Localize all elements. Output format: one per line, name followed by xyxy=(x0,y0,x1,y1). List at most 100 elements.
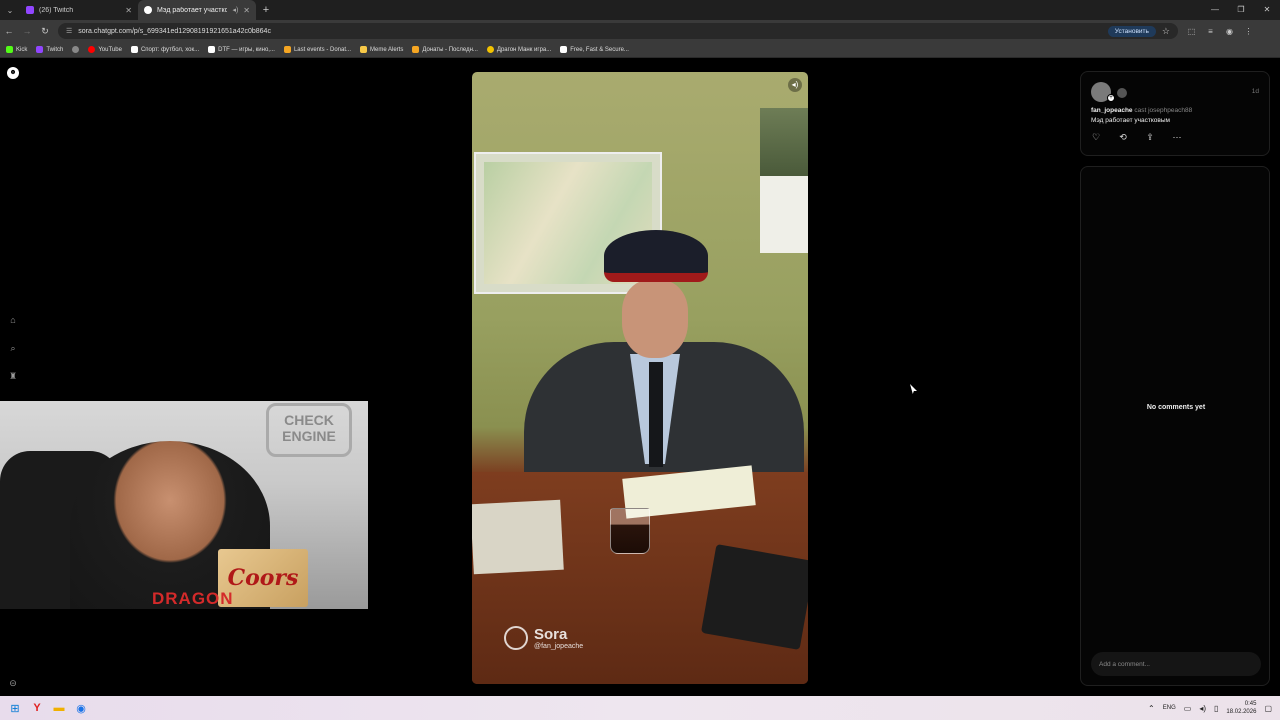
home-icon[interactable]: ⌂ xyxy=(7,314,19,326)
tab-sora[interactable]: Мэд работает участковым ◂) ✕ xyxy=(138,0,256,20)
window-controls: — ❐ ✕ xyxy=(1202,0,1280,20)
extensions-icon[interactable]: ⬚ xyxy=(1184,27,1199,36)
post-info-card: + 1d fan_jopeache cast josephpeach88 Мэд… xyxy=(1080,71,1270,156)
tea-glass xyxy=(610,508,650,554)
chevron-up-icon[interactable]: ⌃ xyxy=(1148,704,1155,713)
minimize-icon[interactable]: — xyxy=(1202,0,1228,20)
no-comments-text: No comments yet xyxy=(1146,404,1206,411)
file-explorer-icon[interactable]: ▬ xyxy=(48,697,70,719)
twitch-icon xyxy=(36,46,44,53)
share-icon[interactable]: ⇪ xyxy=(1145,132,1155,142)
bookmark-last-events[interactable]: Last events - Donat... xyxy=(283,46,351,53)
watermark-name: Sora xyxy=(534,625,568,643)
bookmark-label: Meme Alerts xyxy=(370,46,404,53)
bookmark-label: Last events - Donat... xyxy=(293,46,351,53)
add-badge-icon[interactable]: + xyxy=(1107,94,1115,102)
bookmark-label: Драгон Манк игра... xyxy=(496,46,552,53)
tab-title: (26) Twitch xyxy=(39,6,74,14)
close-tab-icon[interactable]: ✕ xyxy=(125,6,132,15)
clock-date: 18.02.2026 xyxy=(1226,709,1257,715)
twitch-icon xyxy=(26,6,34,14)
bookmark-twitch[interactable]: Twitch xyxy=(36,46,63,53)
bookmark-dtf[interactable]: DTF — игры, кино,... xyxy=(208,46,275,53)
chrome-icon[interactable]: ◉ xyxy=(70,697,92,719)
tab-search-icon[interactable]: ⌄ xyxy=(0,0,20,20)
windows-start-icon[interactable]: ⊞ xyxy=(4,697,26,719)
mail-icon xyxy=(560,46,568,53)
system-tray: ⌃ ENG ▭ ◂) ▯ 0:45 18.02.2026 ▢ xyxy=(1148,696,1272,720)
battery-icon[interactable]: ▯ xyxy=(1214,704,1218,713)
comment-input[interactable] xyxy=(1091,652,1261,676)
post-actions: ♡ ⟲ ⇪ ⋯ xyxy=(1091,132,1182,142)
post-caption: Мэд работает участковым xyxy=(1091,117,1170,124)
close-tab-icon[interactable]: ✕ xyxy=(243,6,250,15)
check-engine-sign: CHECK ENGINE xyxy=(266,403,352,457)
maximize-icon[interactable]: ❐ xyxy=(1228,0,1254,20)
youtube-icon xyxy=(88,46,96,53)
sport-icon xyxy=(130,46,138,53)
globe-icon xyxy=(72,46,80,53)
post-author[interactable]: fan_jopeache xyxy=(1091,107,1133,114)
close-window-icon[interactable]: ✕ xyxy=(1254,0,1280,20)
sora-icon xyxy=(144,6,152,14)
donation-icon xyxy=(283,46,291,53)
like-icon[interactable]: ♡ xyxy=(1091,132,1101,142)
clock-time: 0:45 xyxy=(1244,701,1257,707)
documents xyxy=(472,499,564,575)
tab-title: Мэд работает участковым xyxy=(157,6,228,14)
bookmark-meme-alerts[interactable]: Meme Alerts xyxy=(360,46,403,53)
menu-icon[interactable]: ⋮ xyxy=(1241,27,1256,36)
tab-twitch[interactable]: (26) Twitch ✕ xyxy=(20,0,138,20)
bookmark-donations[interactable]: Донаты - Последн... xyxy=(412,46,478,53)
bookmark-label: DTF — игры, кино,... xyxy=(218,46,275,53)
clock[interactable]: 0:45 18.02.2026 xyxy=(1226,700,1256,716)
address-bar[interactable]: ☰ sora.chatgpt.com/p/s_699341ed129081919… xyxy=(58,23,1178,39)
more-icon[interactable]: ⋯ xyxy=(1172,132,1182,142)
yandex-browser-icon[interactable]: Y xyxy=(26,697,48,719)
mute-icon[interactable]: ◂) xyxy=(788,78,802,92)
profile-icon[interactable]: ◉ xyxy=(1222,27,1237,36)
search-icon[interactable]: ⌕ xyxy=(7,342,19,354)
sora-logo-icon[interactable]: ☻ xyxy=(7,67,19,79)
black-tie xyxy=(649,362,663,467)
bookmark-sport[interactable]: Спорт: футбол, хок... xyxy=(130,46,199,53)
trophy-icon[interactable]: ♜ xyxy=(7,370,19,382)
bookmark-star-icon[interactable]: ☆ xyxy=(1162,26,1170,37)
bookmark-label: Twitch xyxy=(46,46,64,53)
language-indicator[interactable]: ENG xyxy=(1163,705,1176,711)
install-app-button[interactable]: Установить xyxy=(1107,25,1156,37)
speaker-icon[interactable]: ◂) xyxy=(232,6,238,14)
bookmark-kick[interactable]: Kick xyxy=(6,46,27,53)
bookmark-dragon[interactable]: Драгон Манк игра... xyxy=(486,46,552,53)
notification-icon[interactable]: ▢ xyxy=(1264,704,1272,713)
network-icon[interactable]: ▭ xyxy=(1184,704,1192,713)
settings-icon[interactable]: ⊝ xyxy=(7,677,19,689)
reload-icon[interactable]: ↻ xyxy=(36,26,54,37)
sora-watermark-icon xyxy=(504,626,528,650)
bookmark-label: Донаты - Последн... xyxy=(422,46,478,53)
post-cast[interactable]: cast josephpeach88 xyxy=(1134,107,1192,114)
officer-face xyxy=(622,280,688,358)
video-player[interactable]: ◂) Sora @fan_jopeache xyxy=(472,72,808,684)
browser-tab-bar: ⌄ (26) Twitch ✕ Мэд работает участковым … xyxy=(0,0,1280,20)
webcam-overlay: CHECK ENGINE Coors DRAGON xyxy=(0,401,368,609)
bookmark-globe[interactable] xyxy=(72,46,80,53)
bookmarks-bar: Kick Twitch YouTube Спорт: футбол, хок..… xyxy=(0,42,1280,58)
sora-watermark: Sora @fan_jopeache xyxy=(504,626,583,650)
url-text[interactable]: sora.chatgpt.com/p/s_699341ed12908191921… xyxy=(78,28,1102,35)
address-toolbar: ← → ↻ ☰ sora.chatgpt.com/p/s_699341ed129… xyxy=(0,20,1280,42)
media-control-icon[interactable]: ≡ xyxy=(1203,27,1218,36)
forward-icon[interactable]: → xyxy=(18,26,36,36)
bookmark-vpn[interactable]: Free, Fast & Secure... xyxy=(560,46,629,53)
dragon-icon xyxy=(486,46,494,53)
remix-icon[interactable]: ⟲ xyxy=(1118,132,1128,142)
dtf-icon xyxy=(208,46,216,53)
site-info-icon[interactable]: ☰ xyxy=(66,27,72,35)
bookmark-youtube[interactable]: YouTube xyxy=(88,46,122,53)
new-tab-button[interactable]: + xyxy=(256,4,276,16)
volume-icon[interactable]: ◂) xyxy=(1199,704,1206,713)
cast-avatar[interactable] xyxy=(1117,88,1127,98)
mouse-cursor-icon xyxy=(910,384,917,394)
back-icon[interactable]: ← xyxy=(0,26,18,36)
bookmark-label: Free, Fast & Secure... xyxy=(570,46,629,53)
